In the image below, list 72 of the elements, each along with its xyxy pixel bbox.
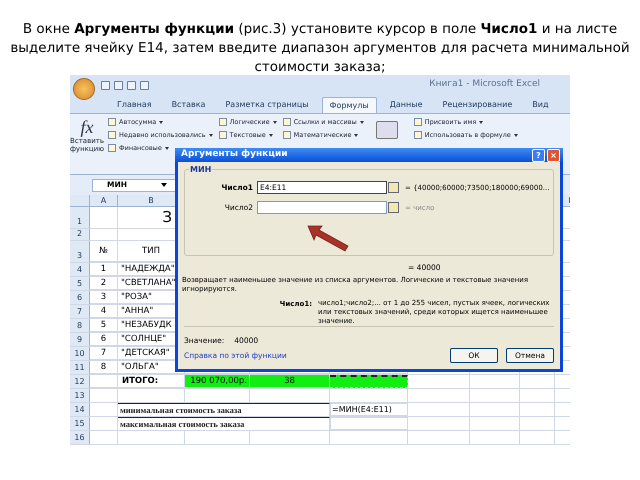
table-cell: "НАДЕЖДА" (121, 263, 175, 275)
row-header[interactable]: 7 (70, 305, 90, 318)
collapse-dialog-icon[interactable] (388, 182, 399, 194)
table-cell: "СОЛНЦЕ" (121, 333, 166, 345)
caret-icon (354, 134, 358, 136)
caret-icon (514, 134, 518, 136)
caret-icon (360, 120, 364, 124)
dropdown-icon[interactable] (161, 183, 167, 187)
row-header[interactable]: 3 (70, 241, 90, 262)
column-header[interactable]: A (90, 195, 118, 206)
dialog-title: Аргументы функции (181, 148, 288, 162)
table-cell: ТИП (142, 244, 160, 258)
summary-label: максимальная стоимость заказа (118, 417, 330, 430)
row-header[interactable]: 5 (70, 277, 90, 290)
caret-icon (208, 134, 213, 136)
total-count-cell: 38 (250, 375, 330, 388)
formula-cell[interactable]: =МИН(E4:E11) (330, 403, 408, 416)
row-header[interactable]: 16 (70, 431, 90, 444)
close-button[interactable]: × (547, 148, 560, 162)
row-header[interactable]: 8 (70, 319, 90, 332)
caret-icon (164, 146, 169, 150)
ribbon-tab[interactable]: Вид (525, 97, 556, 113)
table-cell: 4 (100, 304, 106, 318)
caret-icon (268, 134, 273, 136)
office-button[interactable] (73, 78, 95, 100)
name-manager-icon[interactable] (376, 121, 398, 139)
table-cell: ИТОГО: (122, 374, 158, 388)
ribbon-tab[interactable]: Вставка (164, 97, 212, 113)
row-header[interactable]: 13 (70, 389, 90, 402)
row-header[interactable]: 6 (70, 291, 90, 304)
row-header[interactable]: 4 (70, 263, 90, 276)
ribbon-tab[interactable]: Данные (382, 97, 430, 113)
row-header[interactable]: 1 (70, 207, 90, 228)
table-cell: "СВЕТЛАНА" (121, 277, 176, 289)
argument-field[interactable] (257, 201, 387, 214)
total-cost-cell: 190 070,00р. (185, 375, 250, 388)
arrow-icon (307, 226, 349, 252)
table-cell: 3 (100, 290, 106, 304)
help-button[interactable]: ? (532, 148, 545, 162)
row-header[interactable]: 9 (70, 333, 90, 346)
row-header[interactable]: 11 (70, 361, 90, 374)
window-title: Книга1 - Microsoft Excel (429, 78, 540, 92)
table-cell: 6 (100, 332, 106, 346)
table-cell: "ОЛЬГА" (121, 361, 159, 373)
ribbon-tab[interactable]: Формулы (322, 97, 377, 113)
row-header[interactable]: 2 (70, 229, 90, 240)
caret-icon (159, 120, 164, 124)
table-cell: 5 (100, 318, 106, 332)
table-cell: 8 (100, 360, 106, 374)
table-cell: "ДЕТСКАЯ" (121, 347, 170, 359)
table-cell: "НЕЗАБУДК (121, 319, 172, 331)
caret-icon (272, 120, 277, 124)
row-header[interactable]: 14 (70, 403, 90, 416)
table-cell: "АННА" (121, 305, 154, 317)
title-cell-text: З (162, 207, 173, 228)
table-cell: 7 (100, 346, 106, 360)
summary-label: минимальная стоимость заказа (118, 403, 330, 416)
row-header[interactable]: 10 (70, 347, 90, 360)
collapse-dialog-icon[interactable] (388, 202, 399, 214)
table-cell: 1 (100, 262, 106, 276)
ribbon-tab[interactable]: Главная (110, 97, 159, 113)
row-header[interactable]: 15 (70, 417, 90, 430)
table-cell: 2 (100, 276, 106, 290)
ribbon-tab[interactable]: Разметка страницы (218, 97, 316, 113)
ribbon-tab[interactable]: Рецензирование (436, 97, 520, 113)
fx-symbol: fx (80, 117, 94, 137)
table-cell: "РОЗА" (121, 291, 152, 303)
instruction-text: В окне Аргументы функции (рис.3) установите курсор в поле Число1 и на листе выделите ячейку E14, затем введите диапазон аргументов для расчета минимальной стоимости заказа; (9, 20, 631, 75)
caret-icon (479, 120, 484, 124)
row-header[interactable]: 12 (70, 375, 90, 388)
table-cell: № (99, 244, 108, 258)
selected-cell[interactable] (330, 375, 408, 388)
